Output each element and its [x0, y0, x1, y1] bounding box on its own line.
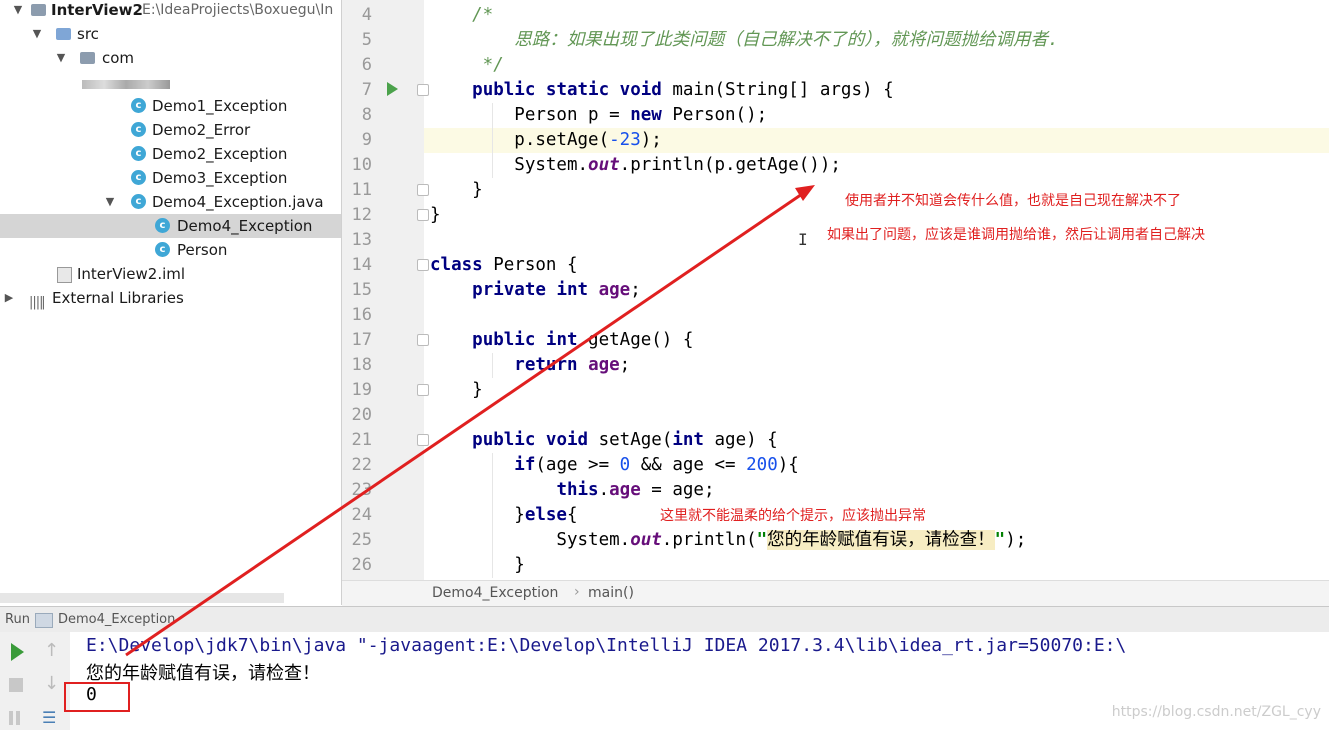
annotation-arrow [125, 185, 815, 657]
arrow-line [125, 190, 806, 657]
watermark: https://blog.csdn.net/ZGL_cyy [1111, 704, 1321, 720]
arrow-head [795, 185, 815, 201]
